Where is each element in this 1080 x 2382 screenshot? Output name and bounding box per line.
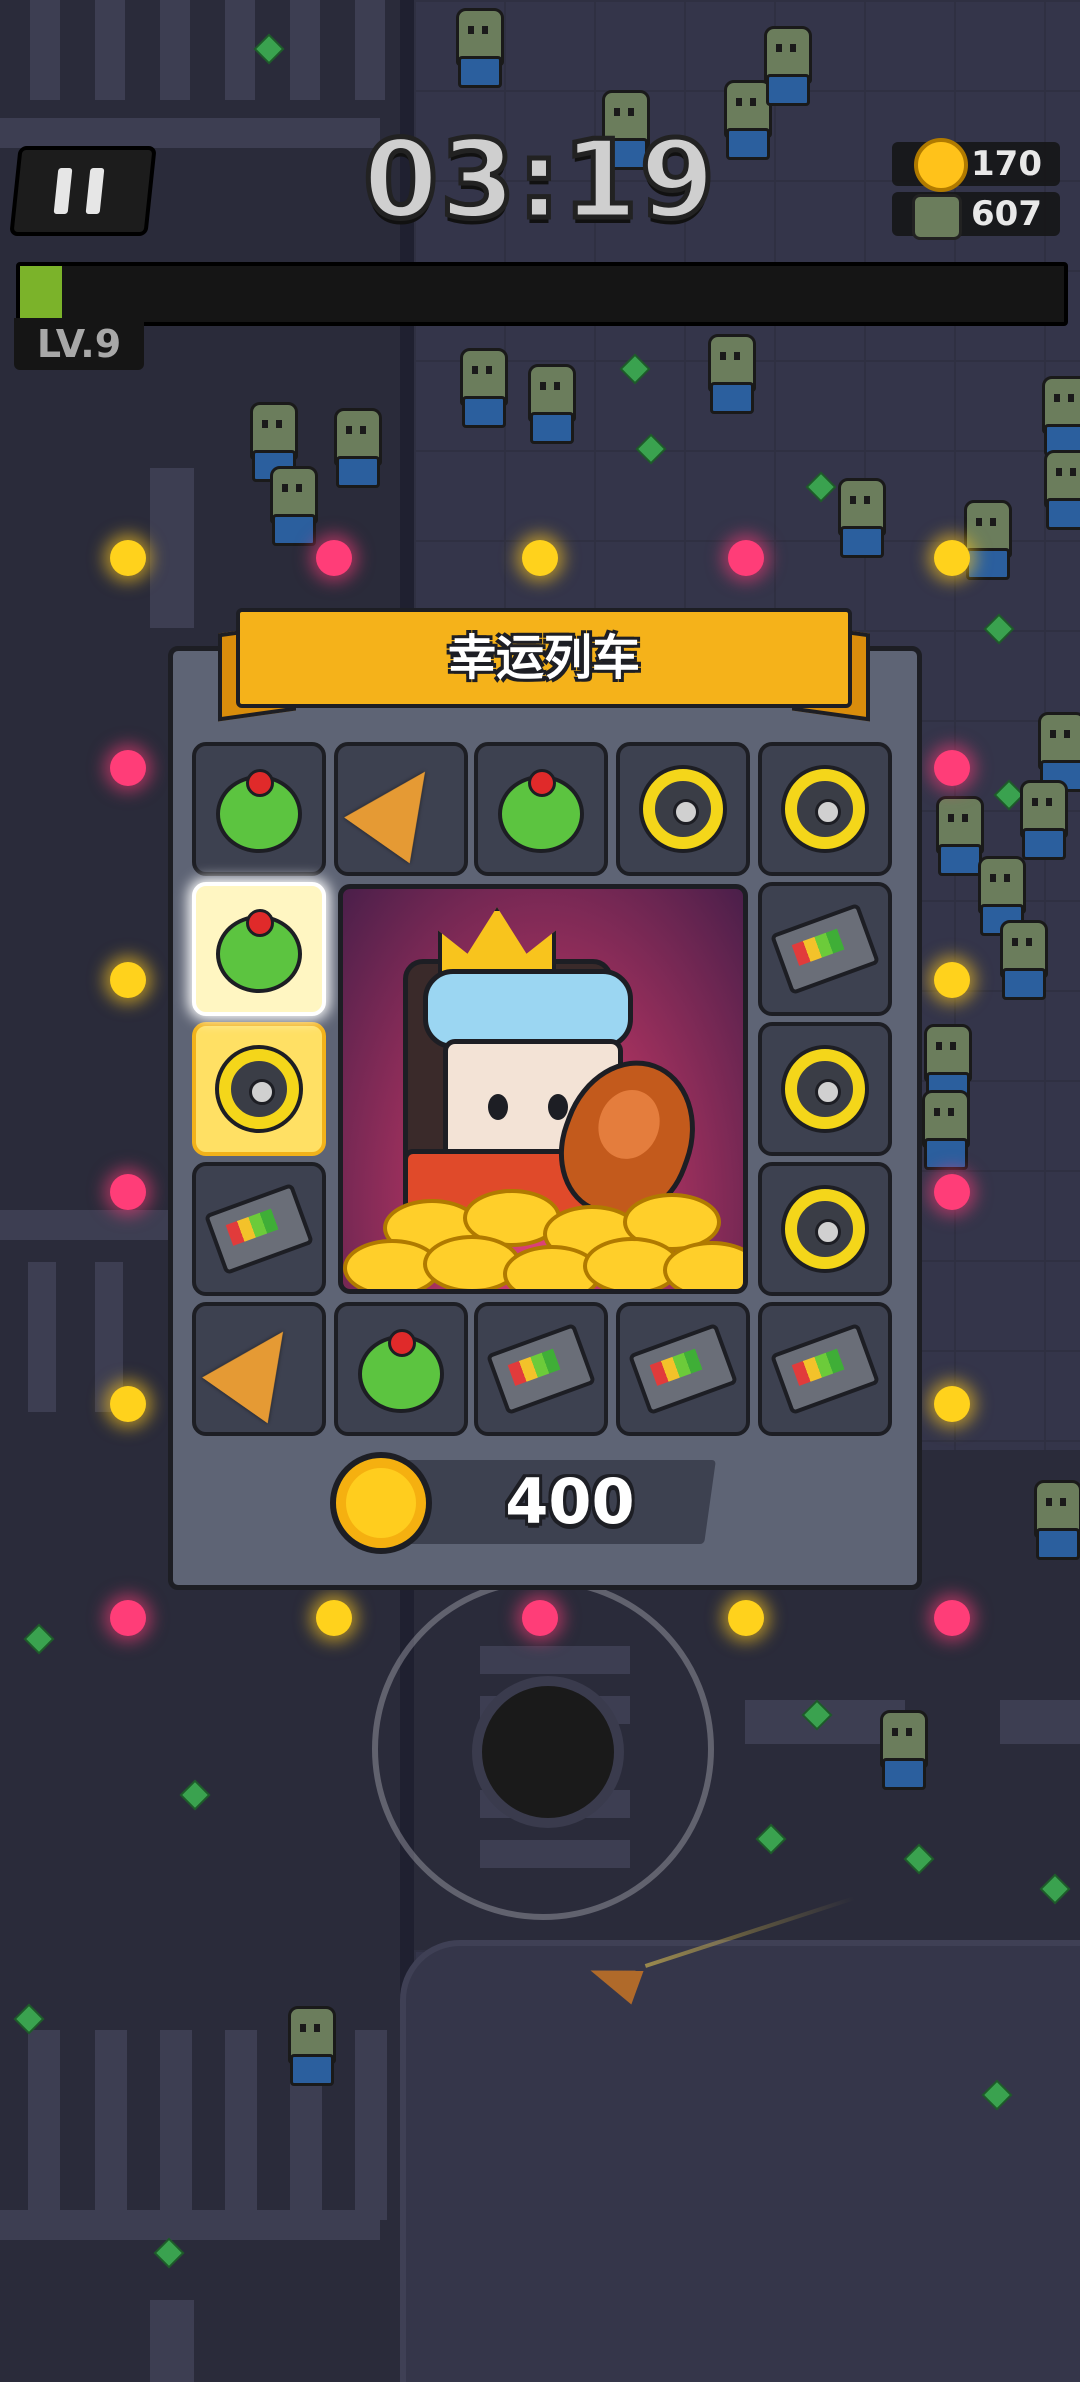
reward-slot <box>758 1022 892 1156</box>
pause-icon <box>53 168 73 214</box>
glow-orb <box>110 540 146 576</box>
glow-orb <box>934 540 970 576</box>
battery-icon <box>769 1322 881 1416</box>
shuriken-ring-icon <box>643 769 723 849</box>
glow-orb <box>110 1174 146 1210</box>
reward-slot <box>334 742 468 876</box>
battery-icon <box>769 902 881 996</box>
pause-button[interactable] <box>9 146 157 236</box>
zombie-enemy <box>266 466 318 546</box>
reward-slot <box>192 882 326 1016</box>
battery-icon <box>485 1322 597 1416</box>
reward-slot <box>758 742 892 876</box>
glow-orb <box>110 1386 146 1422</box>
green-orb-icon <box>216 909 302 994</box>
reward-slot <box>474 1302 608 1436</box>
glow-orb <box>522 540 558 576</box>
zombie-enemy <box>284 2006 336 2086</box>
reward-slot <box>192 1302 326 1436</box>
reward-slot <box>616 742 750 876</box>
shuriken-ring-icon <box>785 1189 865 1269</box>
glow-orb <box>934 962 970 998</box>
zombie-enemy <box>330 408 382 488</box>
game-timer: 03:19 <box>361 116 718 246</box>
drill-icon <box>344 749 458 864</box>
xp-gem <box>256 36 282 62</box>
drill-icon <box>202 1309 316 1424</box>
xp-gem <box>16 2006 42 2032</box>
hero-visor <box>423 969 633 1049</box>
xp-gem <box>1042 1876 1068 1902</box>
coin-icon <box>330 1452 432 1554</box>
shuriken-ring-icon <box>785 1049 865 1129</box>
shuriken-ring-icon <box>219 1049 299 1129</box>
xp-bar-fill <box>20 266 62 322</box>
price-value: 400 <box>505 1465 635 1538</box>
glow-orb <box>316 540 352 576</box>
zombie-enemy <box>918 1090 970 1170</box>
glow-orb <box>934 1386 970 1422</box>
glow-orb <box>110 1600 146 1636</box>
battery-icon <box>203 1182 315 1276</box>
xp-gem <box>758 1826 784 1852</box>
xp-gem <box>26 1626 52 1652</box>
level-label: LV.9 <box>14 318 144 370</box>
reward-slot <box>758 882 892 1016</box>
reward-slot <box>334 1302 468 1436</box>
reward-slot <box>192 742 326 876</box>
skull-icon <box>912 194 962 240</box>
green-orb-icon <box>216 769 302 854</box>
zombie-enemy <box>876 1710 928 1790</box>
zombie-enemy <box>834 478 886 558</box>
coin-icon <box>914 138 968 192</box>
popup-title: 幸运列车 <box>236 608 852 708</box>
glow-orb <box>934 1600 970 1636</box>
reward-slot <box>192 1022 326 1156</box>
shuriken-ring-icon <box>785 769 865 849</box>
zombie-enemy <box>704 334 756 414</box>
xp-gem <box>906 1846 932 1872</box>
glow-orb <box>728 1600 764 1636</box>
battery-icon <box>627 1322 739 1416</box>
zombie-enemy <box>1040 450 1080 530</box>
xp-bar <box>16 262 1068 326</box>
coin-pile-icon <box>343 1189 743 1289</box>
xp-gem <box>182 1782 208 1808</box>
joystick-knob[interactable] <box>472 1676 624 1828</box>
hero-portrait <box>338 884 748 1294</box>
reward-slot <box>616 1302 750 1436</box>
zombie-enemy <box>960 500 1012 580</box>
reward-slot <box>758 1162 892 1296</box>
reward-slot <box>758 1302 892 1436</box>
zombie-enemy <box>452 8 504 88</box>
reward-slot <box>474 742 608 876</box>
glow-orb <box>110 750 146 786</box>
glow-orb <box>316 1600 352 1636</box>
zombie-enemy <box>1038 376 1080 456</box>
green-orb-icon <box>498 769 584 854</box>
zombie-enemy <box>996 920 1048 1000</box>
pause-icon <box>85 168 105 214</box>
glow-orb <box>728 540 764 576</box>
glow-orb <box>934 750 970 786</box>
glow-orb <box>934 1174 970 1210</box>
road-curb <box>400 1940 1080 2382</box>
zombie-enemy <box>1030 1480 1080 1560</box>
green-orb-icon <box>358 1329 444 1414</box>
reward-slot <box>192 1162 326 1296</box>
glow-orb <box>110 962 146 998</box>
zombie-enemy <box>456 348 508 428</box>
zombie-enemy <box>1016 780 1068 860</box>
xp-gem <box>156 2240 182 2266</box>
zombie-enemy <box>524 364 576 444</box>
zombie-enemy <box>760 26 812 106</box>
